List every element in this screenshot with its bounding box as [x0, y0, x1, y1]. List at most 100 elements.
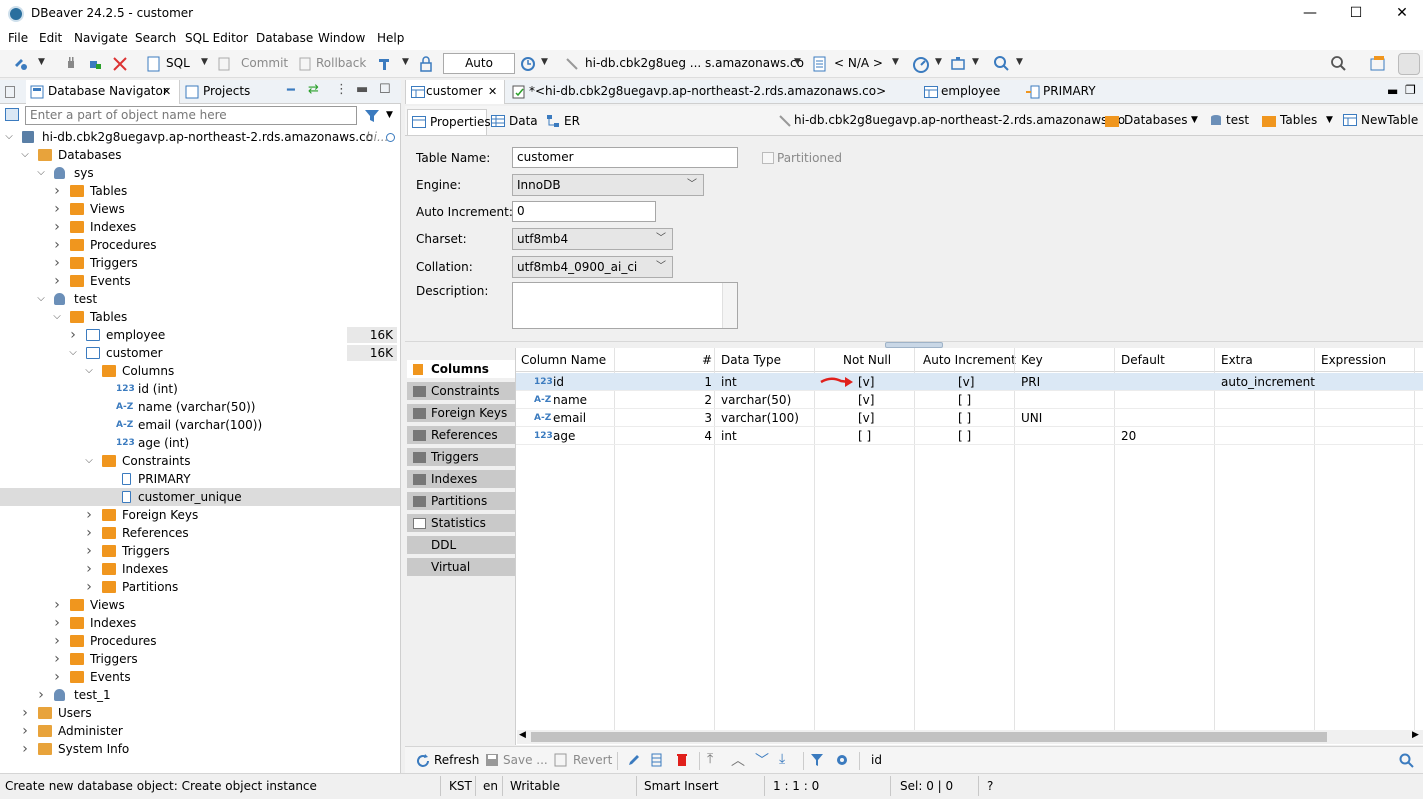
menu-sql-editor[interactable]: SQL Editor [185, 31, 248, 45]
column-type[interactable]: int [721, 427, 737, 445]
expanded-chevron-icon[interactable]: ⌵ [68, 344, 78, 362]
minimize-panel-icon[interactable]: ▬ [356, 82, 368, 97]
section-tab-virtual[interactable]: Virtual [407, 558, 515, 578]
editor-tab-script[interactable]: *<hi-db.cbk2g8uegavp.ap-northeast-2.rds.… [509, 80, 909, 121]
table-name-input[interactable]: customer [512, 147, 738, 168]
filter-value[interactable]: id [871, 753, 882, 767]
refresh-button[interactable]: Refresh [434, 753, 479, 767]
col-header-num[interactable]: # [702, 353, 712, 367]
tree-node[interactable]: › System Info [0, 740, 400, 758]
expanded-chevron-icon[interactable]: ⌵ [84, 362, 94, 380]
collapsed-chevron-icon[interactable]: › [52, 254, 62, 272]
navigator-filter-input[interactable]: Enter a part of object name here [25, 106, 357, 125]
delete-column-icon[interactable] [675, 752, 689, 768]
maximize-button[interactable]: ☐ [1333, 2, 1379, 26]
section-tab-references[interactable]: References [407, 426, 515, 446]
collapsed-chevron-icon[interactable]: › [52, 272, 62, 290]
edit-pencil-icon[interactable] [627, 753, 641, 767]
tab-database-navigator[interactable]: Database Navigator ✕ [26, 80, 180, 104]
minimize-button[interactable]: — [1287, 2, 1333, 26]
minimize-view-icon[interactable] [5, 86, 15, 98]
expanded-chevron-icon[interactable]: ⌵ [84, 452, 94, 470]
filter-funnel-icon[interactable] [364, 108, 380, 124]
tree-node[interactable]: A-Z email (varchar(100)) [0, 416, 400, 434]
editor-maximize-icon[interactable]: ❐ [1405, 83, 1416, 97]
active-schema[interactable]: < N/A > [834, 56, 883, 70]
column-not-null[interactable]: [ ] [858, 427, 871, 445]
collapsed-chevron-icon[interactable]: › [52, 614, 62, 632]
link-editor-icon[interactable]: ⇄ [308, 82, 319, 97]
table-row[interactable]: A-Z name 2 varchar(50) [v] [ ] [516, 391, 1423, 409]
table-row[interactable]: 123 id 1 int [v] [v] PRI auto_increment [516, 373, 1423, 391]
sql-dropdown-icon[interactable]: ▼ [201, 57, 208, 67]
rollback-button[interactable]: Rollback [316, 56, 366, 70]
column-auto-increment[interactable]: [ ] [958, 409, 971, 427]
column-not-null[interactable]: [v] [858, 391, 874, 409]
transaction-mode-icon[interactable] [378, 56, 394, 72]
editor-tab-primary[interactable]: PRIMARY [1023, 80, 1123, 104]
column-extra[interactable]: auto_increment [1221, 373, 1315, 391]
column-not-null[interactable]: [v] [858, 373, 874, 391]
filter-dropdown-icon[interactable]: ▼ [386, 110, 393, 120]
col-header-column-name[interactable]: Column Name [521, 353, 606, 367]
tree-node[interactable]: ⌵ Tables [0, 308, 400, 326]
grid-horizontal-scrollbar[interactable]: ◀ ▶ [517, 730, 1423, 744]
partitioned-checkbox[interactable] [762, 152, 774, 164]
status-help[interactable]: ? [987, 779, 993, 793]
tree-node[interactable]: ⌵ test [0, 290, 400, 308]
schema-dropdown-icon[interactable]: ▼ [892, 57, 899, 67]
column-type[interactable]: varchar(100) [721, 409, 799, 427]
col-header-data-type[interactable]: Data Type [721, 353, 781, 367]
collapsed-chevron-icon[interactable]: › [52, 218, 62, 236]
tools-dropdown-icon[interactable]: ▼ [972, 57, 979, 67]
history-dropdown-icon[interactable]: ▼ [541, 57, 548, 67]
add-column-icon[interactable] [651, 753, 663, 767]
column-auto-increment[interactable]: [ ] [958, 391, 971, 409]
tree-node[interactable]: › Indexes [0, 218, 400, 236]
collapsed-chevron-icon[interactable]: › [52, 632, 62, 650]
expanded-chevron-icon[interactable]: ⌵ [20, 146, 30, 164]
lock-icon[interactable] [419, 56, 433, 72]
column-position[interactable]: 4 [702, 427, 712, 445]
collation-select[interactable]: utf8mb4_0900_ai_ci ﹀ [512, 256, 673, 278]
column-name[interactable]: email [553, 409, 586, 427]
tree-node[interactable]: › Procedures [0, 236, 400, 254]
description-scrollbar[interactable] [722, 283, 737, 328]
filter-config-icon[interactable] [5, 108, 19, 121]
auto-increment-input[interactable]: 0 [512, 201, 656, 222]
breadcrumb-db[interactable]: test [1226, 113, 1249, 127]
tab-projects[interactable]: Projects [181, 80, 281, 104]
breadcrumb-tables[interactable]: Tables [1280, 113, 1317, 127]
column-key[interactable]: UNI [1021, 409, 1042, 427]
tree-node[interactable]: › Users [0, 704, 400, 722]
column-position[interactable]: 1 [702, 373, 712, 391]
column-not-null[interactable]: [v] [858, 409, 874, 427]
tree-node[interactable]: ⌵ sys [0, 164, 400, 182]
collapsed-chevron-icon[interactable]: › [52, 200, 62, 218]
sql-editor-icon[interactable] [147, 56, 161, 72]
description-textarea[interactable] [512, 282, 738, 329]
scrollbar-thumb[interactable] [531, 732, 1327, 742]
expanded-chevron-icon[interactable]: ⌵ [36, 164, 46, 182]
tree-node[interactable]: › Triggers [0, 650, 400, 668]
search-dropdown-icon[interactable]: ▼ [1016, 57, 1023, 67]
datasource-dropdown-icon[interactable]: ▼ [794, 57, 801, 67]
column-auto-increment[interactable]: [v] [958, 373, 974, 391]
col-header-default[interactable]: Default [1121, 353, 1165, 367]
section-tab-columns[interactable]: Columns [407, 360, 515, 380]
splitter[interactable] [405, 341, 1423, 348]
subtab-er-diagram[interactable]: ER Diagram [542, 109, 632, 152]
dashboard-dropdown-icon[interactable]: ▼ [935, 57, 942, 67]
global-search-icon[interactable] [1330, 55, 1348, 73]
engine-select[interactable]: InnoDB ﹀ [512, 174, 704, 196]
collapsed-chevron-icon[interactable]: › [20, 722, 30, 740]
tree-node[interactable]: customer_unique [0, 488, 400, 506]
disconnect-plug-icon[interactable] [64, 56, 78, 72]
tree-node[interactable]: ⌵ Databases [0, 146, 400, 164]
section-tab-triggers[interactable]: Triggers [407, 448, 515, 468]
collapsed-chevron-icon[interactable]: › [84, 578, 94, 596]
editor-tab-employee[interactable]: employee [921, 80, 1021, 104]
subtab-properties[interactable]: Properties [407, 109, 491, 135]
col-header-auto-increment[interactable]: Auto Increment [923, 353, 1016, 367]
dbeaver-perspective-icon[interactable] [1398, 53, 1420, 75]
